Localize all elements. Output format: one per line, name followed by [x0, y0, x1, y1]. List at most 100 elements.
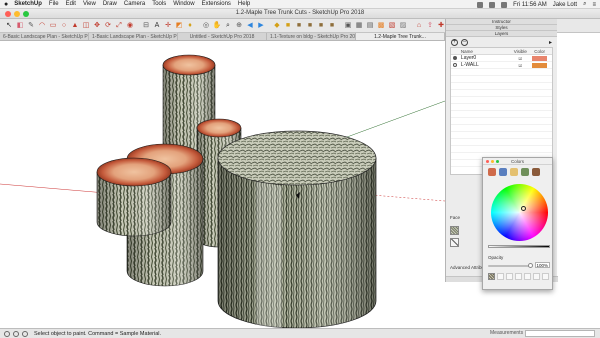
menubar-clock[interactable]: Fri 11:56 AM — [513, 2, 547, 8]
document-tab[interactable]: 1.1-Texture on bldg - SketchUp Pro 2018 — [267, 33, 356, 40]
color-swatch[interactable] — [515, 273, 522, 280]
arc-tool-icon[interactable]: ◠ — [37, 21, 47, 31]
menubar-user[interactable]: Jake Lott — [553, 2, 577, 8]
front-face-material-thumbnail[interactable] — [450, 226, 459, 235]
colors-zoom-button[interactable] — [496, 160, 499, 163]
color-swatch[interactable] — [506, 273, 513, 280]
log-short-left[interactable] — [96, 157, 172, 237]
layer-visible-checkbox[interactable]: ☑ — [513, 55, 527, 61]
circle-tool-icon[interactable]: ○ — [59, 21, 69, 31]
left-view-icon[interactable]: ■ — [327, 21, 337, 31]
user-account-icon[interactable] — [22, 330, 28, 337]
monochrome-icon[interactable]: ▨ — [398, 21, 408, 31]
colors-close-button[interactable] — [486, 160, 489, 163]
column-name[interactable]: Name — [459, 48, 513, 54]
apple-menu-icon[interactable]: ● — [4, 1, 8, 8]
menu-draw[interactable]: Draw — [103, 1, 117, 7]
opacity-value-field[interactable]: 100% — [535, 262, 550, 268]
axes-tool-icon[interactable]: ✛ — [163, 21, 173, 31]
delete-layer-button[interactable]: − — [461, 38, 468, 46]
crayons-mode-icon[interactable] — [532, 168, 540, 176]
menu-app-name[interactable]: SketchUp — [14, 1, 42, 7]
warehouse-icon[interactable]: ⌂ — [414, 21, 424, 31]
document-tab[interactable]: 1-Basic Landscape Plan - SketchUp Pr... — [89, 33, 178, 40]
document-tab[interactable]: 1.2-Maple Tree Trunk... — [356, 33, 445, 40]
document-tab[interactable]: Untitled - SketchUp Pro 2018 — [178, 33, 267, 40]
color-swatch[interactable] — [533, 273, 540, 280]
section-plane-tool-icon[interactable]: ◩ — [174, 21, 184, 31]
right-view-icon[interactable]: ■ — [305, 21, 315, 31]
share-model-icon[interactable]: ⇪ — [425, 21, 435, 31]
column-visible[interactable]: Visible — [513, 48, 527, 54]
menubar-status-icon[interactable] — [477, 1, 484, 8]
layer-row[interactable]: L-WALL ☑ — [451, 62, 552, 69]
shaded-textures-icon[interactable]: ▧ — [387, 21, 397, 31]
color-wheel-selector[interactable] — [521, 206, 526, 211]
scene-canvas[interactable] — [0, 41, 445, 328]
push-pull-tool-icon[interactable]: ▲ — [70, 21, 80, 31]
colors-minimize-button[interactable] — [491, 160, 494, 163]
color-swatch[interactable] — [542, 273, 549, 280]
front-view-icon[interactable]: ■ — [294, 21, 304, 31]
offset-tool-icon[interactable]: ◫ — [81, 21, 91, 31]
active-layer-radio[interactable] — [451, 62, 459, 68]
pan-tool-icon[interactable]: ✋ — [212, 21, 222, 31]
layer-row[interactable]: Layer0 ☑ — [451, 55, 552, 62]
paint-bucket-tool-icon[interactable]: ♦ — [185, 21, 195, 31]
opacity-slider-knob[interactable] — [528, 263, 533, 268]
modeling-viewport[interactable] — [0, 41, 445, 328]
wireframe-icon[interactable]: ▦ — [354, 21, 364, 31]
opacity-slider-track[interactable] — [488, 265, 531, 267]
tape-measure-tool-icon[interactable]: ⊟ — [141, 21, 151, 31]
battery-icon[interactable] — [501, 1, 508, 8]
menu-file[interactable]: File — [49, 1, 59, 7]
rectangle-tool-icon[interactable]: ▭ — [48, 21, 58, 31]
follow-me-tool-icon[interactable]: ◉ — [125, 21, 135, 31]
menu-camera[interactable]: Camera — [124, 1, 145, 7]
active-layer-radio[interactable] — [451, 55, 459, 61]
back-face-material-thumbnail[interactable] — [450, 238, 459, 247]
line-tool-icon[interactable]: ✎ — [26, 21, 36, 31]
next-view-icon[interactable]: ▶ — [256, 21, 266, 31]
color-sliders-mode-icon[interactable] — [499, 168, 507, 176]
add-layer-button[interactable]: + — [451, 38, 458, 46]
measurements-input[interactable] — [525, 330, 595, 337]
brightness-slider[interactable] — [488, 245, 550, 248]
shaded-icon[interactable]: ▩ — [376, 21, 386, 31]
back-view-icon[interactable]: ■ — [316, 21, 326, 31]
document-tab[interactable]: 6-Basic Landscape Plan - SketchUp Pr... — [0, 33, 89, 40]
layer-color-swatch[interactable] — [527, 55, 552, 61]
color-wheel[interactable] — [491, 184, 548, 241]
color-palettes-mode-icon[interactable] — [510, 168, 518, 176]
current-material-swatch[interactable] — [488, 273, 495, 280]
xray-icon[interactable]: ▣ — [343, 21, 353, 31]
zoom-extents-icon[interactable]: ⊕ — [234, 21, 244, 31]
eraser-tool-icon[interactable]: ◧ — [15, 21, 25, 31]
layer-color-swatch[interactable] — [527, 62, 552, 68]
menu-extensions[interactable]: Extensions — [202, 1, 231, 7]
menu-window[interactable]: Window — [173, 1, 194, 7]
text-tool-icon[interactable]: A — [152, 21, 162, 31]
log-large-front[interactable] — [217, 130, 377, 328]
color-wheel-mode-icon[interactable] — [488, 168, 496, 176]
color-swatch[interactable] — [497, 273, 504, 280]
menu-edit[interactable]: Edit — [66, 1, 76, 7]
hidden-line-icon[interactable]: ▤ — [365, 21, 375, 31]
rotate-tool-icon[interactable]: ⟳ — [103, 21, 113, 31]
spotlight-search-icon[interactable]: ⌕ — [583, 1, 586, 8]
move-tool-icon[interactable]: ✥ — [92, 21, 102, 31]
layer-details-icon[interactable]: ▸ — [549, 39, 552, 46]
menu-view[interactable]: View — [83, 1, 96, 7]
layer-visible-checkbox[interactable]: ☑ — [513, 62, 527, 68]
image-palettes-mode-icon[interactable] — [521, 168, 529, 176]
geo-location-icon[interactable] — [4, 330, 10, 337]
wifi-icon[interactable] — [489, 1, 496, 8]
notification-center-icon[interactable]: ≡ — [592, 2, 596, 8]
credits-icon[interactable] — [13, 330, 19, 337]
scale-tool-icon[interactable]: ⤢ — [114, 21, 124, 31]
orbit-tool-icon[interactable]: ◎ — [201, 21, 211, 31]
previous-view-icon[interactable]: ◀ — [245, 21, 255, 31]
top-view-icon[interactable]: ■ — [283, 21, 293, 31]
column-color[interactable]: Color — [527, 48, 552, 54]
color-swatch[interactable] — [524, 273, 531, 280]
